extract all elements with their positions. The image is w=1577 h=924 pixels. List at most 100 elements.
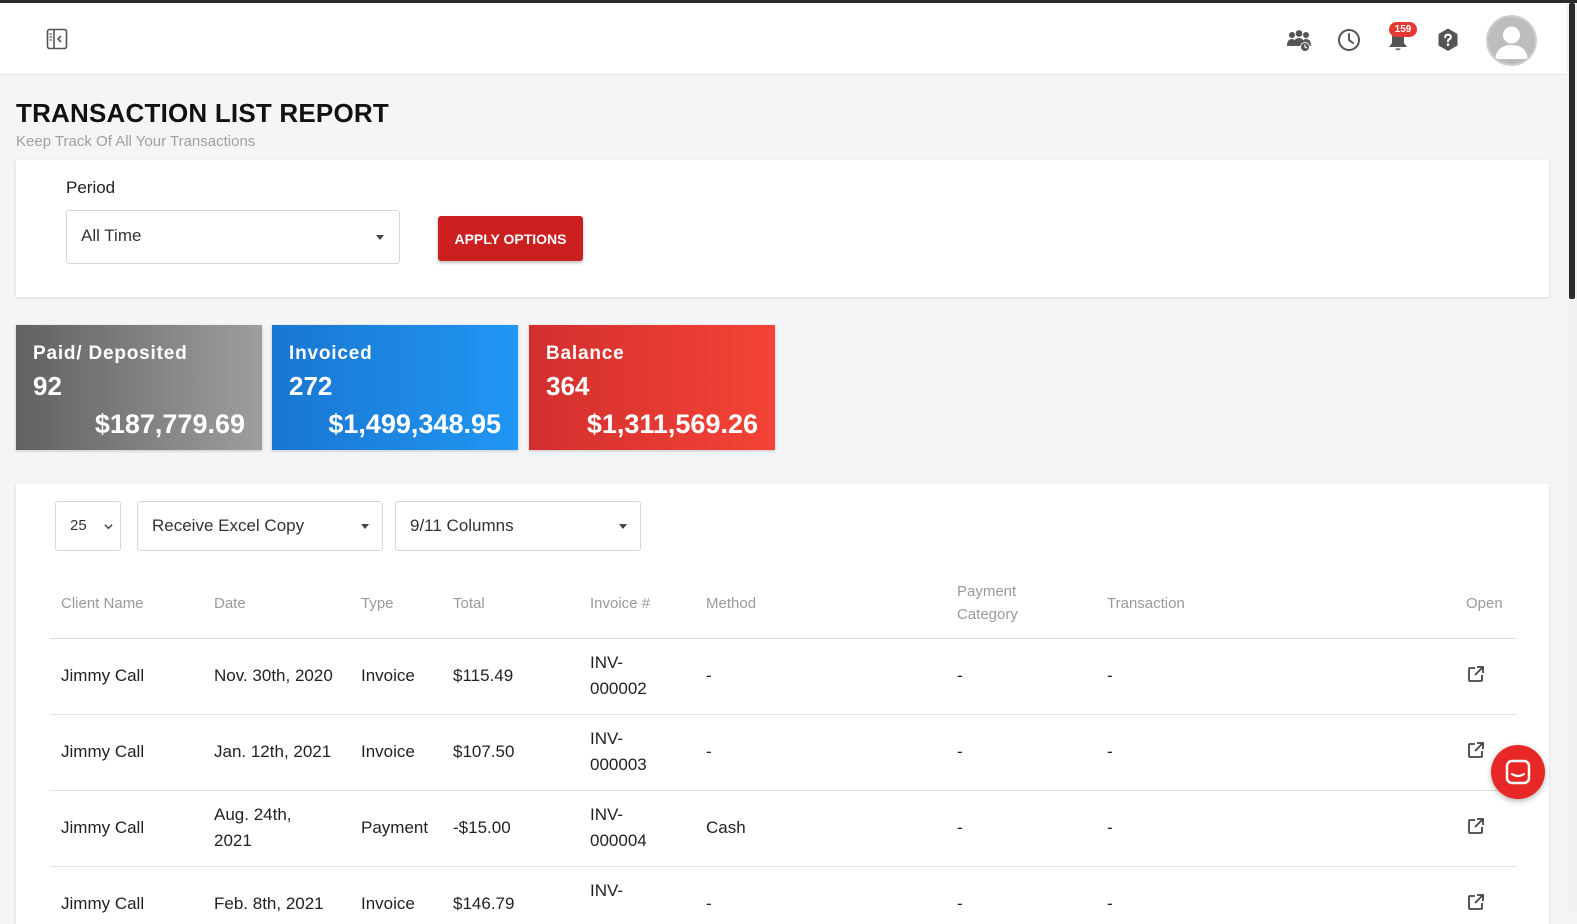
external-link-icon[interactable]	[1466, 816, 1486, 836]
external-link-icon[interactable]	[1466, 664, 1486, 684]
cell-transaction: -	[1107, 742, 1113, 761]
column-header-payment-category-line1: Payment	[957, 583, 1017, 600]
cell-client-name: Jimmy Call	[61, 666, 145, 685]
table-row: Jimmy Call Jan. 12th, 2021 Invoice $107.…	[50, 715, 1516, 791]
cell-method: -	[706, 666, 712, 685]
report-options-card: Period All Time APPLY OPTIONS	[16, 160, 1549, 297]
table-row: Jimmy Call Feb. 8th, 2021 Invoice $146.7…	[50, 867, 1516, 924]
caret-down-icon	[361, 524, 369, 529]
user-avatar[interactable]	[1486, 15, 1537, 66]
help-icon[interactable]	[1435, 27, 1461, 53]
notification-count-badge: 159	[1389, 22, 1417, 37]
cell-date: Jan. 12th, 2021	[214, 739, 331, 765]
cell-type: Invoice	[361, 666, 415, 685]
cell-total: $107.50	[453, 742, 515, 761]
cell-invoice-number: INV- 000004	[590, 802, 647, 854]
chat-launcher-button[interactable]	[1491, 745, 1545, 799]
cell-type: Invoice	[361, 894, 415, 913]
column-header-transaction[interactable]: Transaction	[1107, 592, 1185, 615]
stat-amount: $187,779.69	[94, 409, 245, 439]
column-header-type[interactable]: Type	[361, 592, 394, 615]
cell-invoice-line2: 000004	[590, 831, 647, 850]
chat-icon	[1505, 759, 1531, 785]
cell-invoice-line1: INV-	[590, 805, 624, 824]
cell-date: Feb. 8th, 2021	[214, 891, 324, 917]
cell-invoice-number: INV- 000002	[590, 650, 647, 702]
page-size-value: 25	[70, 517, 87, 534]
column-header-payment-category-line2: Category	[957, 606, 1018, 623]
stat-count: 272	[289, 371, 333, 401]
cell-method: Cash	[706, 818, 746, 837]
cell-date: Aug. 24th, 2021	[214, 802, 292, 854]
top-navigation-bar: 159	[0, 3, 1567, 75]
cell-method: -	[706, 894, 712, 913]
cell-payment-category: -	[957, 818, 963, 837]
cell-date-line2: 2021	[214, 831, 252, 850]
cell-transaction: -	[1107, 894, 1113, 913]
cell-date-line1: Nov. 30th, 2020	[214, 666, 333, 685]
chevron-down-icon	[104, 524, 113, 530]
stat-count: 92	[33, 371, 62, 401]
cell-invoice-number: INV-	[590, 878, 623, 904]
cell-total: -$15.00	[453, 818, 511, 837]
team-icon[interactable]	[1286, 27, 1312, 53]
sidebar-toggle-icon[interactable]	[45, 27, 69, 51]
cell-invoice-line1: INV-	[590, 881, 624, 900]
cell-date-line1: Jan. 12th, 2021	[214, 742, 332, 761]
cell-date-line1: Feb. 8th, 2021	[214, 894, 324, 913]
caret-down-icon	[619, 524, 627, 529]
transactions-table-card: 25 Receive Excel Copy 9/11 Columns Clien…	[16, 484, 1549, 924]
cell-type: Invoice	[361, 742, 415, 761]
cell-payment-category: -	[957, 666, 963, 685]
columns-dropdown-label: 9/11 Columns	[410, 516, 514, 535]
column-header-total[interactable]: Total	[453, 592, 485, 615]
cell-client-name: Jimmy Call	[61, 894, 145, 913]
period-select-value: All Time	[81, 226, 142, 245]
cell-total: $146.79	[453, 894, 515, 913]
cell-total: $115.49	[453, 666, 514, 685]
stat-amount: $1,499,348.95	[328, 409, 501, 439]
cell-invoice-number: INV- 000003	[590, 726, 647, 778]
cell-type: Payment	[361, 818, 429, 837]
cell-payment-category: -	[957, 894, 963, 913]
period-select[interactable]: All Time	[66, 210, 400, 264]
external-link-icon[interactable]	[1466, 740, 1486, 760]
stat-label: Paid/ Deposited	[33, 343, 188, 364]
period-label: Period	[66, 178, 116, 197]
balance-summary-card: Balance 364 $1,311,569.26	[529, 325, 775, 450]
cell-invoice-line2: 000002	[590, 679, 647, 698]
cell-date: Nov. 30th, 2020	[214, 663, 333, 689]
external-link-icon[interactable]	[1466, 892, 1486, 912]
cell-date-line1: Aug. 24th,	[214, 805, 292, 824]
cell-invoice-line1: INV-	[590, 653, 624, 672]
stat-amount: $1,311,569.26	[586, 409, 758, 439]
cell-payment-category: -	[957, 742, 963, 761]
column-header-date[interactable]: Date	[214, 592, 246, 615]
clock-icon[interactable]	[1336, 27, 1362, 53]
page-subtitle: Keep Track Of All Your Transactions	[16, 133, 256, 150]
apply-options-button[interactable]: APPLY OPTIONS	[438, 216, 583, 261]
page-size-select[interactable]: 25	[55, 501, 121, 551]
stat-label: Balance	[546, 343, 625, 364]
column-header-invoice-number[interactable]: Invoice #	[590, 592, 650, 615]
table-row: Jimmy Call Nov. 30th, 2020 Invoice $115.…	[50, 639, 1516, 715]
page-title: TRANSACTION LIST REPORT	[16, 98, 389, 128]
user-silhouette-icon	[1495, 26, 1528, 59]
cell-invoice-line1: INV-	[590, 729, 624, 748]
export-dropdown-label: Receive Excel Copy	[152, 516, 305, 535]
stat-count: 364	[546, 371, 590, 401]
columns-visibility-dropdown[interactable]: 9/11 Columns	[395, 501, 641, 551]
column-header-method[interactable]: Method	[706, 592, 756, 615]
stat-label: Invoiced	[289, 343, 373, 364]
column-header-payment-category[interactable]: Payment Category	[957, 580, 1018, 626]
cell-transaction: -	[1107, 666, 1113, 685]
cell-method: -	[706, 742, 712, 761]
invoiced-summary-card: Invoiced 272 $1,499,348.95	[272, 325, 518, 450]
page-scrollbar-thumb[interactable]	[1569, 3, 1575, 299]
receive-excel-copy-dropdown[interactable]: Receive Excel Copy	[137, 501, 383, 551]
cell-client-name: Jimmy Call	[61, 818, 145, 837]
caret-down-icon	[376, 235, 384, 240]
table-row: Jimmy Call Aug. 24th, 2021 Payment -$15.…	[50, 791, 1516, 867]
cell-transaction: -	[1107, 818, 1113, 837]
column-header-client-name[interactable]: Client Name	[61, 592, 144, 615]
